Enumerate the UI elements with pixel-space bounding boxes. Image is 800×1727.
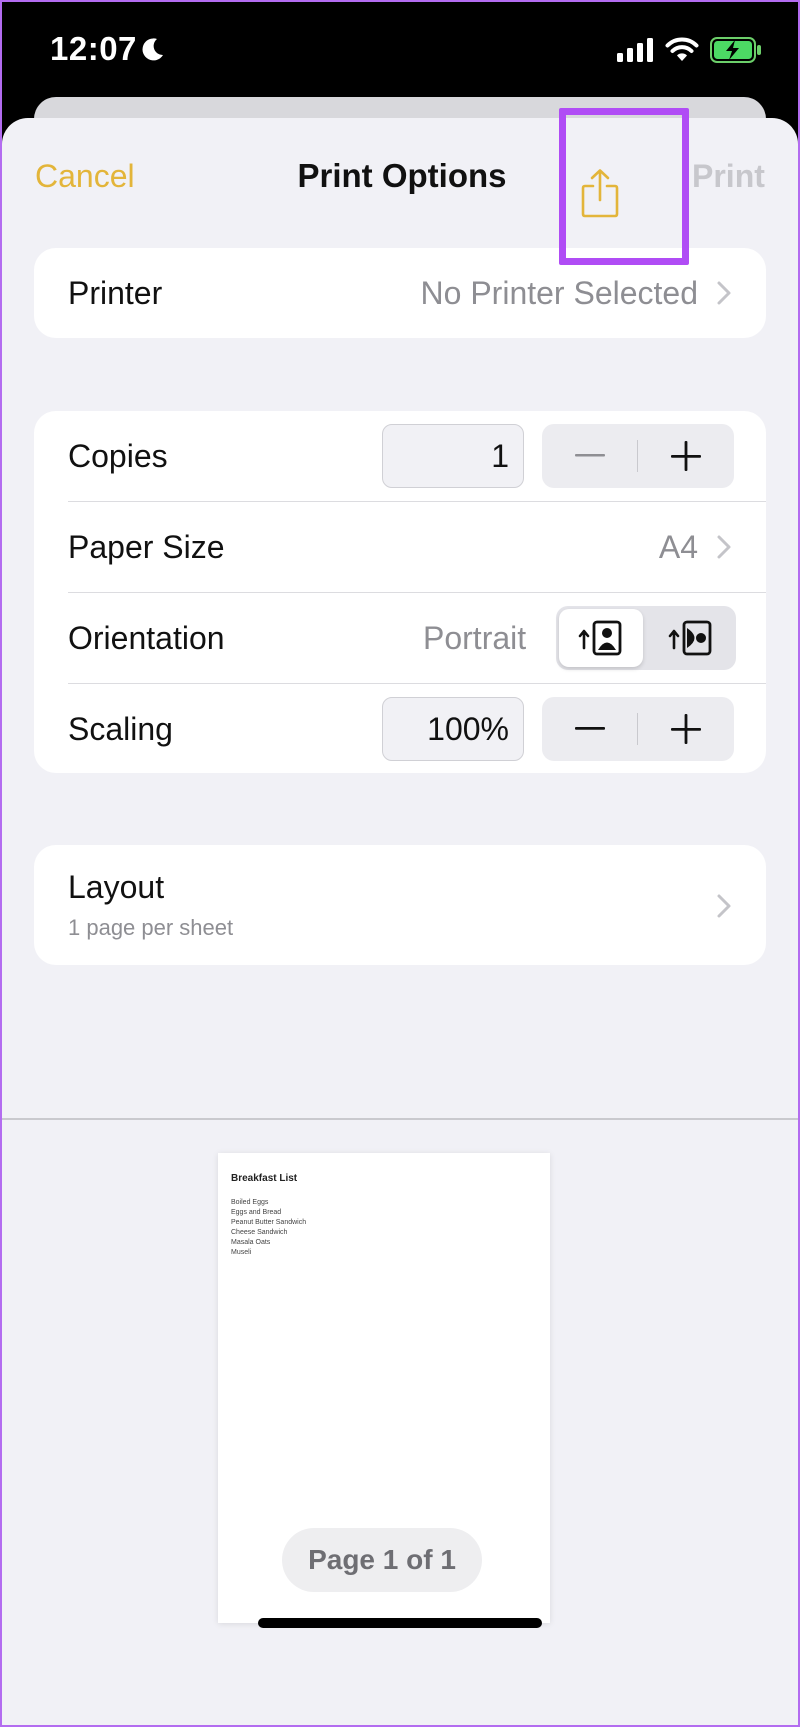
portrait-orientation-icon <box>578 620 622 656</box>
orientation-value: Portrait <box>423 619 527 656</box>
preview-document-list: Boiled Eggs Eggs and Bread Peanut Butter… <box>231 1198 306 1258</box>
minus-icon <box>575 727 605 730</box>
chevron-right-icon <box>717 894 731 918</box>
share-button-highlight <box>559 108 689 265</box>
landscape-orientation-icon <box>668 620 712 656</box>
chevron-right-icon <box>717 535 731 559</box>
portrait-option[interactable] <box>559 609 643 667</box>
cancel-button[interactable]: Cancel <box>35 158 135 195</box>
layout-group[interactable]: Layout 1 page per sheet <box>34 845 766 965</box>
list-item: Boiled Eggs <box>231 1199 269 1206</box>
copies-stepper <box>542 424 734 488</box>
scaling-field[interactable]: 100% <box>382 697 524 761</box>
paper-size-label: Paper Size <box>68 528 225 565</box>
orientation-label: Orientation <box>68 619 225 656</box>
plus-icon <box>671 441 701 471</box>
preview-document-title: Breakfast List <box>231 1173 298 1184</box>
copies-decrement-button[interactable] <box>542 424 638 488</box>
paper-size-value: A4 <box>658 528 698 565</box>
page-preview[interactable]: Breakfast List Boiled Eggs Eggs and Brea… <box>218 1153 550 1623</box>
status-bar: 12:07 <box>0 0 800 100</box>
print-button[interactable]: Print <box>692 158 765 195</box>
orientation-row: Orientation Portrait <box>34 593 766 683</box>
list-item: Museli <box>231 1249 252 1256</box>
layout-subtitle: 1 page per sheet <box>68 915 234 940</box>
copies-row: Copies 1 <box>34 411 766 501</box>
preview-divider <box>2 1118 798 1120</box>
paper-size-row[interactable]: Paper Size A4 <box>34 502 766 592</box>
minus-icon <box>575 454 605 457</box>
wifi-icon <box>665 37 699 61</box>
print-options-sheet: Cancel Print Options Print Printer No Pr… <box>2 118 798 1725</box>
scaling-label: Scaling <box>68 710 173 747</box>
layout-label: Layout <box>68 869 165 905</box>
moon-icon <box>142 38 163 61</box>
chevron-right-icon <box>717 281 731 305</box>
plus-icon <box>671 714 701 744</box>
page-indicator: Page 1 of 1 <box>282 1528 482 1592</box>
settings-group: Copies 1 Paper Size A4 Orientation Portr… <box>34 411 766 773</box>
home-indicator[interactable] <box>258 1618 542 1628</box>
printer-value: No Printer Selected <box>420 274 698 311</box>
scaling-increment-button[interactable] <box>638 697 734 761</box>
scaling-stepper <box>542 697 734 761</box>
scaling-decrement-button[interactable] <box>542 697 638 761</box>
list-item: Masala Oats <box>231 1239 271 1246</box>
list-item: Peanut Butter Sandwich <box>231 1219 307 1226</box>
orientation-segmented-control <box>556 606 736 670</box>
status-time: 12:07 <box>50 30 137 67</box>
signal-icon <box>617 38 653 62</box>
page-title: Print Options <box>297 157 507 194</box>
list-item: Cheese Sandwich <box>231 1229 288 1236</box>
battery-charging-icon <box>710 37 761 63</box>
copies-label: Copies <box>68 437 168 474</box>
copies-increment-button[interactable] <box>638 424 734 488</box>
printer-label: Printer <box>68 274 163 311</box>
list-item: Eggs and Bread <box>231 1209 282 1216</box>
scaling-row: Scaling 100% <box>34 684 766 774</box>
landscape-option[interactable] <box>649 609 733 667</box>
copies-field[interactable]: 1 <box>382 424 524 488</box>
